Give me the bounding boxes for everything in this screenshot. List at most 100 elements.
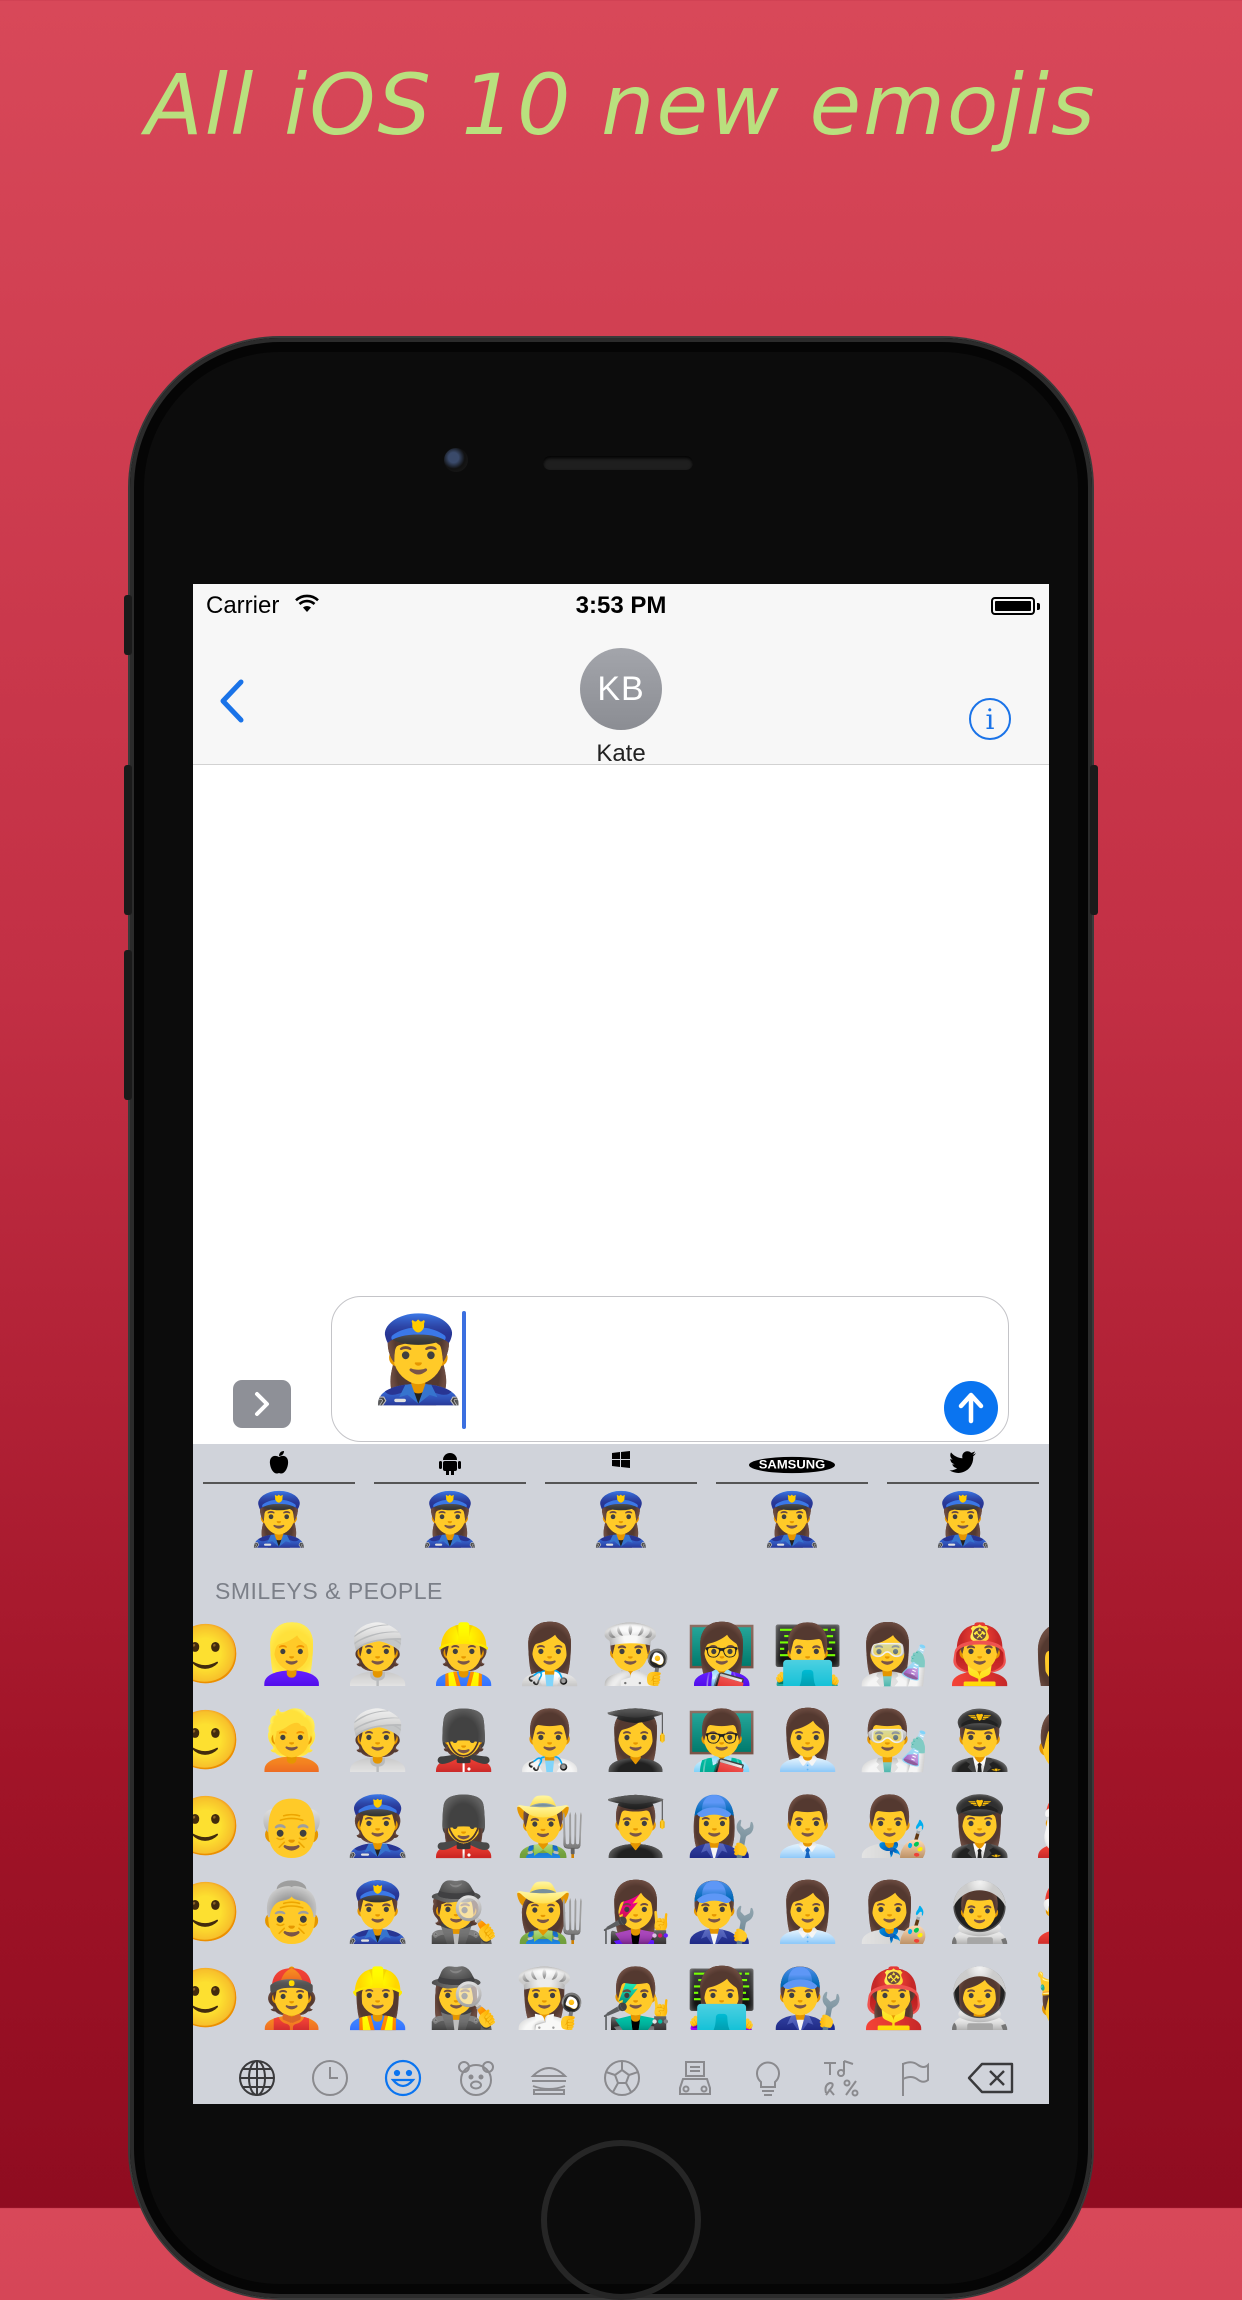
emoji-key[interactable]: 🙂: [193, 1956, 249, 2042]
send-button[interactable]: [944, 1381, 998, 1435]
earpiece-speaker: [543, 456, 693, 470]
delete-icon[interactable]: [965, 2056, 1017, 2100]
emoji-key[interactable]: 🤶: [1023, 1870, 1049, 1956]
emoji-key[interactable]: 👷: [421, 1612, 507, 1698]
android-emoji-variant: 👮‍♀️: [417, 1491, 483, 1549]
emoji-key[interactable]: 👮: [335, 1784, 421, 1870]
emoji-key[interactable]: 👨‍🔬: [851, 1698, 937, 1784]
platform-samsung[interactable]: SAMSUNG 👮‍♀️: [716, 1444, 868, 1560]
emoji-key[interactable]: 🕵️‍♀️: [421, 1956, 507, 2042]
flag-icon[interactable]: [892, 2056, 936, 2100]
emoji-key[interactable]: 👩‍🚀: [937, 1956, 1023, 2042]
platform-android[interactable]: 👮‍♀️: [374, 1444, 526, 1560]
emoji-key[interactable]: 👩‍💻: [679, 1956, 765, 2042]
emoji-key[interactable]: 👲: [249, 1956, 335, 2042]
message-input[interactable]: 👮‍♀️: [331, 1296, 1009, 1442]
emoji-key[interactable]: 👩‍🌾: [507, 1870, 593, 1956]
emoji-key[interactable]: 👨‍🏫: [679, 1698, 765, 1784]
emoji-key[interactable]: 👩‍⚕️: [507, 1612, 593, 1698]
emoji-key[interactable]: 👴: [249, 1784, 335, 1870]
platform-windows[interactable]: 👮‍♀️: [545, 1444, 697, 1560]
back-chevron-icon[interactable]: [211, 676, 251, 726]
emoji-key[interactable]: 👳: [335, 1698, 421, 1784]
emoji-key[interactable]: 👩‍🏫: [679, 1612, 765, 1698]
battery-icon: [991, 597, 1035, 615]
emoji-key[interactable]: 👩: [1023, 1612, 1049, 1698]
emoji-key[interactable]: 👨‍🔧: [679, 1870, 765, 1956]
emoji-key[interactable]: 👨‍🚒: [937, 1612, 1023, 1698]
bear-icon[interactable]: [454, 2056, 498, 2100]
emoji-key[interactable]: 🙂: [193, 1612, 249, 1698]
emoji-key[interactable]: 👨‍🌾: [507, 1784, 593, 1870]
emoji-key[interactable]: 👱: [249, 1698, 335, 1784]
emoji-key[interactable]: 🙂: [193, 1870, 249, 1956]
home-button[interactable]: [541, 2140, 701, 2300]
emoji-row: 🙂 👲 👷‍♀️ 🕵️‍♀️ 👩‍🍳 👨‍🎤 👩‍💻 👨‍🔧 👩‍🚒 👩‍🚀 🤴: [193, 1956, 1049, 2042]
emoji-key[interactable]: 👷‍♀️: [335, 1956, 421, 2042]
emoji-key[interactable]: 🤴: [1023, 1956, 1049, 2042]
emoji-key[interactable]: 👨‍🍳: [593, 1612, 679, 1698]
emoji-key[interactable]: 👩‍🎨: [851, 1870, 937, 1956]
emoji-key[interactable]: 👩‍🎓: [593, 1698, 679, 1784]
emoji-key[interactable]: 🙂: [193, 1784, 249, 1870]
contact-name[interactable]: Kate: [193, 740, 1049, 768]
smiley-icon[interactable]: [381, 2056, 425, 2100]
platform-twitter[interactable]: 👮‍♀️: [887, 1444, 1039, 1560]
android-logo-icon: [374, 1450, 526, 1476]
platform-apple[interactable]: 👮‍♀️: [203, 1444, 355, 1560]
emoji-key[interactable]: 👩‍🎤: [593, 1870, 679, 1956]
emoji-key[interactable]: 👨‍🎓: [593, 1784, 679, 1870]
emoji-key[interactable]: 👩‍🚒: [851, 1956, 937, 2042]
apple-logo-icon: [203, 1450, 355, 1476]
emoji-key[interactable]: 👱‍♀️: [249, 1612, 335, 1698]
emoji-key[interactable]: 👩‍🍳: [507, 1956, 593, 2042]
windows-emoji-variant: 👮‍♀️: [588, 1491, 654, 1549]
emoji-key[interactable]: 👨‍🚀: [937, 1870, 1023, 1956]
emoji-key[interactable]: 👨: [1023, 1698, 1049, 1784]
bulb-icon[interactable]: [746, 2056, 790, 2100]
conversation-header: KB Kate i: [193, 628, 1049, 768]
category-bar: [193, 2046, 1049, 2104]
emoji-key[interactable]: 🙂: [193, 1698, 249, 1784]
emoji-key[interactable]: 👩‍✈️: [937, 1784, 1023, 1870]
emoji-key[interactable]: 👳: [335, 1612, 421, 1698]
draft-emoji: 👮‍♀️: [366, 1312, 471, 1406]
side-button-power: [1090, 765, 1098, 915]
windows-logo-icon: [545, 1450, 697, 1476]
emoji-key[interactable]: 👨‍🎨: [851, 1784, 937, 1870]
emoji-key[interactable]: 👨‍⚕️: [507, 1698, 593, 1784]
samsung-logo-text: SAMSUNG: [748, 1456, 836, 1474]
contact-avatar[interactable]: KB: [580, 648, 662, 730]
emoji-key[interactable]: 👩‍🔧: [679, 1784, 765, 1870]
clock-icon[interactable]: [308, 2056, 352, 2100]
emoji-key[interactable]: 👩‍💼: [765, 1870, 851, 1956]
status-bar: Carrier 3:53 PM: [193, 584, 1049, 628]
symbols-icon[interactable]: [819, 2056, 863, 2100]
samsung-emoji-variant: 👮‍♀️: [759, 1491, 825, 1549]
emoji-key[interactable]: 💂‍♀️: [421, 1784, 507, 1870]
ball-icon[interactable]: [600, 2056, 644, 2100]
emoji-grid: 🙂 👱‍♀️ 👳 👷 👩‍⚕️ 👨‍🍳 👩‍🏫 👨‍💻 👩‍🔬 👨‍🚒 👩 🙂 …: [193, 1612, 1049, 2052]
emoji-key[interactable]: 👨‍💻: [765, 1612, 851, 1698]
info-icon[interactable]: i: [969, 698, 1011, 740]
emoji-row: 🙂 👵 👮‍♂️ 🕵️ 👩‍🌾 👩‍🎤 👨‍🔧 👩‍💼 👩‍🎨 👨‍🚀 🤶: [193, 1870, 1049, 1956]
building-icon[interactable]: [673, 2056, 717, 2100]
globe-icon[interactable]: [235, 2056, 279, 2100]
emoji-key[interactable]: 👨‍💼: [765, 1784, 851, 1870]
emoji-key[interactable]: 🕵️: [421, 1870, 507, 1956]
section-label: SMILEYS & PEOPLE: [215, 1578, 443, 1604]
samsung-logo-icon: SAMSUNG: [716, 1450, 868, 1476]
apple-emoji-variant: 👮‍♀️: [246, 1491, 312, 1549]
emoji-key[interactable]: 👮‍♂️: [335, 1870, 421, 1956]
emoji-key[interactable]: 💂: [421, 1698, 507, 1784]
app-drawer-expand-button[interactable]: [233, 1380, 291, 1428]
emoji-key[interactable]: 🎅: [1023, 1784, 1049, 1870]
emoji-keyboard: 👮‍♀️ 👮‍♀️ 👮‍♀️ SAMSUNG: [193, 1444, 1049, 2104]
emoji-key[interactable]: 👩‍💼: [765, 1698, 851, 1784]
food-icon[interactable]: [527, 2056, 571, 2100]
emoji-key[interactable]: 👩‍🔬: [851, 1612, 937, 1698]
emoji-key[interactable]: 👨‍🎤: [593, 1956, 679, 2042]
emoji-key[interactable]: 👵: [249, 1870, 335, 1956]
emoji-key[interactable]: 👨‍🔧: [765, 1956, 851, 2042]
emoji-key[interactable]: 👨‍✈️: [937, 1698, 1023, 1784]
